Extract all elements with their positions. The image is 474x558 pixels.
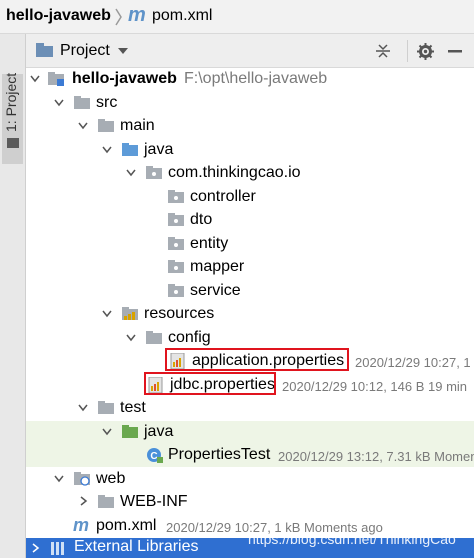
folder-icon bbox=[98, 495, 114, 508]
package-icon bbox=[168, 260, 184, 273]
module-folder-icon bbox=[48, 72, 64, 86]
chevron-down-icon[interactable] bbox=[100, 306, 114, 320]
chevron-right-icon bbox=[115, 8, 122, 26]
tree-row-entity[interactable]: entity bbox=[26, 233, 474, 256]
chevron-down-icon[interactable] bbox=[76, 400, 90, 414]
package-icon bbox=[168, 237, 184, 250]
chevron-down-icon[interactable] bbox=[124, 165, 138, 179]
highlight-box bbox=[144, 372, 276, 395]
project-tool-tab-label: 1: Project bbox=[3, 72, 19, 132]
tree-row-resources[interactable]: resources bbox=[26, 303, 474, 326]
folder-icon bbox=[98, 119, 114, 132]
tree-label: pom.xml bbox=[96, 517, 157, 534]
tree-label: resources bbox=[144, 305, 215, 322]
tree-row-web-inf[interactable]: WEB-INF bbox=[26, 491, 474, 514]
package-icon bbox=[168, 284, 184, 297]
svg-text:C: C bbox=[150, 451, 157, 462]
tree-label: src bbox=[96, 94, 118, 111]
tree-row-controller[interactable]: controller bbox=[26, 186, 474, 209]
breadcrumb-project[interactable]: hello-javaweb bbox=[6, 7, 111, 25]
collapse-icon[interactable] bbox=[375, 43, 391, 59]
package-icon bbox=[146, 166, 162, 179]
folder-icon bbox=[7, 138, 19, 148]
tree-label: java bbox=[144, 141, 174, 158]
navigation-bar: hello-javaweb m pom.xml bbox=[0, 0, 474, 34]
tree-row-package[interactable]: com.thinkingcao.io bbox=[26, 162, 474, 185]
project-folder-icon bbox=[36, 43, 53, 57]
tree-row-properties-test[interactable]: C PropertiesTest 2020/12/29 13:12, 7.31 … bbox=[26, 444, 474, 467]
chevron-down-icon[interactable] bbox=[124, 330, 138, 344]
test-folder-icon bbox=[122, 425, 138, 438]
web-folder-icon bbox=[74, 472, 90, 486]
breadcrumb-file[interactable]: pom.xml bbox=[152, 7, 212, 25]
tree-label: main bbox=[120, 117, 155, 134]
resources-folder-icon bbox=[122, 307, 138, 320]
tool-window-strip: 1: Project bbox=[0, 34, 26, 558]
tree-row-config[interactable]: config bbox=[26, 327, 474, 350]
tree-label: config bbox=[168, 329, 211, 346]
package-icon bbox=[168, 190, 184, 203]
chevron-down-icon[interactable] bbox=[76, 118, 90, 132]
tree-row-java[interactable]: java bbox=[26, 139, 474, 162]
header-separator bbox=[407, 40, 408, 62]
chevron-down-icon[interactable] bbox=[100, 424, 114, 438]
tree-label: mapper bbox=[190, 258, 245, 275]
tree-label: java bbox=[144, 423, 174, 440]
chevron-down-icon[interactable] bbox=[100, 142, 114, 156]
project-panel-header: Project bbox=[26, 34, 474, 68]
tree-label: WEB-INF bbox=[120, 493, 188, 510]
tree-label: web bbox=[96, 470, 126, 487]
minimize-icon[interactable] bbox=[448, 50, 462, 53]
gear-icon[interactable] bbox=[417, 43, 434, 60]
chevron-down-icon[interactable] bbox=[52, 95, 66, 109]
chevron-right-icon[interactable] bbox=[76, 494, 90, 508]
tree-label: com.thinkingcao.io bbox=[168, 164, 301, 181]
maven-m-icon: m bbox=[73, 515, 90, 535]
tree-row-dto[interactable]: dto bbox=[26, 209, 474, 232]
tree-row-test-java[interactable]: java bbox=[26, 421, 474, 444]
source-folder-icon bbox=[122, 143, 138, 156]
tree-label: controller bbox=[190, 188, 256, 205]
folder-icon bbox=[74, 96, 90, 109]
tree-label: dto bbox=[190, 211, 213, 228]
tree-row-web[interactable]: web bbox=[26, 468, 474, 491]
file-meta: 2020/12/29 13:12, 7.31 kB Moments ago bbox=[278, 449, 474, 464]
tree-row-test[interactable]: test bbox=[26, 397, 474, 420]
tree-label: PropertiesTest bbox=[168, 446, 271, 463]
java-class-icon: C bbox=[147, 448, 163, 463]
tree-row-src[interactable]: src bbox=[26, 92, 474, 115]
tree-label: service bbox=[190, 282, 241, 299]
chevron-down-icon[interactable] bbox=[28, 71, 42, 85]
watermark: https://blog.csdn.net/ThinkingCao bbox=[248, 531, 456, 547]
project-view-selector[interactable]: Project bbox=[60, 42, 110, 60]
tree-row-mapper[interactable]: mapper bbox=[26, 256, 474, 279]
library-icon bbox=[51, 542, 64, 555]
highlight-box bbox=[165, 348, 349, 371]
folder-icon bbox=[146, 331, 162, 344]
maven-m-icon: m bbox=[128, 4, 146, 26]
tree-label: External Libraries bbox=[74, 538, 199, 555]
tree-row-main[interactable]: main bbox=[26, 115, 474, 138]
chevron-down-icon[interactable] bbox=[52, 471, 66, 485]
tree-label: hello-javaweb bbox=[72, 70, 177, 87]
package-icon bbox=[168, 213, 184, 226]
project-tree: hello-javaweb F:\opt\hello-javaweb src m… bbox=[26, 68, 474, 558]
file-meta: 2020/12/29 10:27, 1 bbox=[355, 355, 471, 370]
file-meta: 2020/12/29 10:12, 146 B 19 min bbox=[282, 379, 468, 394]
folder-icon bbox=[98, 401, 114, 414]
tree-label: entity bbox=[190, 235, 229, 252]
tree-row-service[interactable]: service bbox=[26, 280, 474, 303]
root-path: F:\opt\hello-javaweb bbox=[184, 70, 328, 87]
chevron-down-icon[interactable] bbox=[118, 48, 128, 54]
tree-label: test bbox=[120, 399, 146, 416]
chevron-right-icon[interactable] bbox=[28, 541, 42, 555]
tree-row-root[interactable]: hello-javaweb F:\opt\hello-javaweb bbox=[26, 68, 474, 91]
